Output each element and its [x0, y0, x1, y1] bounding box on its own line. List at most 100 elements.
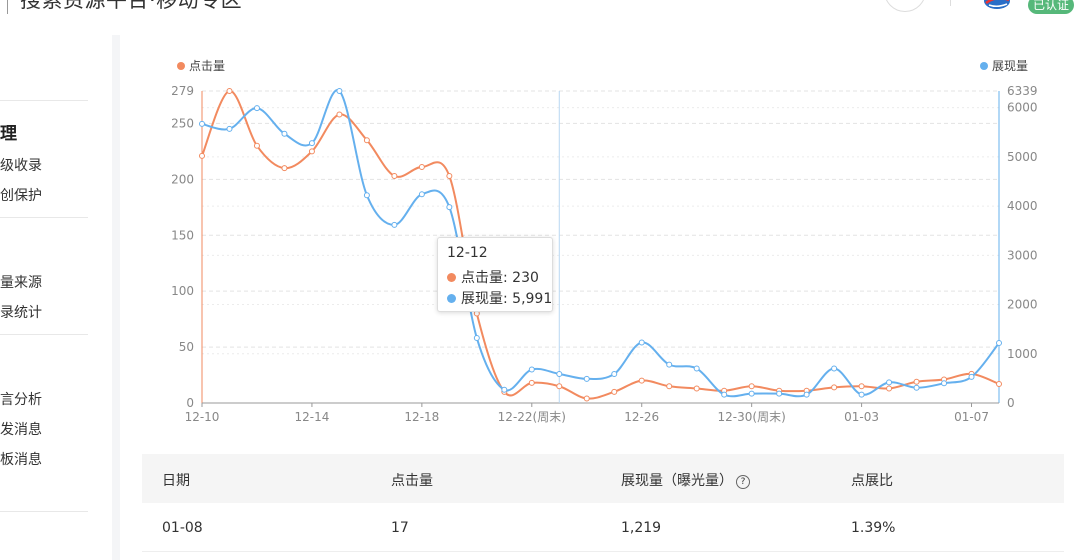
data-point: [226, 125, 233, 132]
table-header: 日期 点击量 展现量（曝光量）? 点展比: [142, 454, 1064, 503]
data-point: [363, 192, 370, 199]
data-point: [968, 373, 975, 380]
data-point: [199, 120, 205, 127]
chart-tooltip: 12-12 点击量: 230 展现量: 5,991: [437, 237, 553, 312]
x-tick-label: 12-10: [185, 410, 220, 424]
data-point: [363, 137, 370, 144]
cell-date: 01-08: [162, 520, 203, 536]
data-point: [886, 379, 893, 386]
data-point: [611, 388, 618, 395]
data-point: [748, 383, 755, 390]
data-point: [391, 172, 398, 179]
column-header-ratio[interactable]: 点展比: [851, 470, 893, 490]
tooltip-clicks-row: 点击量: 230: [447, 267, 539, 287]
data-point: [281, 165, 288, 172]
x-tick-label: 12-22(周末): [498, 410, 566, 424]
x-tick-label: 01-03: [844, 410, 879, 424]
y-right-tick-label: 1000: [1007, 347, 1038, 361]
tooltip-date: 12-12: [447, 245, 488, 261]
sidebar-item[interactable]: 板消息: [0, 449, 42, 469]
data-point: [253, 142, 260, 149]
data-point: [226, 88, 233, 94]
y-left-tick-label: 150: [171, 228, 194, 242]
data-point: [913, 384, 920, 391]
data-point: [693, 365, 700, 372]
data-point: [556, 370, 563, 377]
data-point: [666, 383, 673, 390]
sidebar-divider: [0, 511, 88, 512]
data-point: [583, 375, 590, 382]
tooltip-dot-icon: [447, 273, 456, 282]
data-point: [858, 383, 865, 390]
trend-chart[interactable]: 0 50 100 150 200 250 279 0 1000 2000 3000 4000 5000 6…: [0, 0, 1078, 440]
data-point: [308, 148, 315, 155]
y-left-tick-label: 279: [171, 84, 194, 98]
column-header-impressions[interactable]: 展现量（曝光量）?: [621, 470, 750, 490]
data-point: [721, 391, 728, 398]
tooltip-dot-icon: [447, 294, 456, 303]
data-point: [446, 172, 453, 179]
data-point: [501, 386, 508, 393]
table-row: 01-08 17 1,219 1.39%: [142, 504, 1064, 552]
data-point: [748, 390, 755, 397]
column-header-date[interactable]: 日期: [162, 470, 190, 490]
data-point: [803, 391, 810, 398]
data-point: [913, 378, 920, 385]
series-line-left: [201, 90, 1000, 400]
data-point: [611, 370, 618, 377]
y-right-tick-label: 4000: [1007, 199, 1038, 213]
y-right-tick-label: 0: [1007, 396, 1015, 410]
data-point: [281, 130, 288, 137]
data-point: [583, 395, 590, 402]
y-right-tick-label: 6000: [1007, 101, 1038, 115]
data-point: [941, 380, 948, 387]
cell-impressions: 1,219: [621, 520, 662, 536]
data-point: [666, 361, 673, 368]
data-point: [473, 335, 480, 342]
y-right-tick-label: 2000: [1007, 298, 1038, 312]
column-header-clicks[interactable]: 点击量: [391, 470, 433, 490]
x-tick-label: 12-18: [404, 410, 439, 424]
x-tick-label: 01-07: [954, 410, 989, 424]
data-point: [446, 204, 453, 211]
data-point: [336, 88, 343, 94]
data-point: [418, 191, 425, 198]
data-point: [199, 152, 205, 159]
column-header-impressions-label: 展现量（曝光量）: [621, 473, 733, 489]
data-point: [886, 385, 893, 392]
data-point: [638, 377, 645, 384]
data-point: [253, 105, 260, 112]
y-left-tick-label: 250: [171, 116, 194, 130]
data-point: [336, 111, 343, 118]
y-right-tick-label: 5000: [1007, 150, 1038, 164]
y-right-tick-label: 6339: [1007, 84, 1038, 98]
tooltip-impressions: 展现量: 5,991: [461, 291, 553, 307]
data-point: [308, 140, 315, 147]
y-right-tick-label: 3000: [1007, 248, 1038, 262]
data-point: [391, 221, 398, 228]
y-left-tick-label: 0: [186, 396, 194, 410]
tooltip-impressions-row: 展现量: 5,991: [447, 288, 552, 308]
tooltip-clicks: 点击量: 230: [461, 270, 539, 286]
y-left-tick-label: 100: [171, 284, 194, 298]
data-point: [418, 164, 425, 171]
data-point: [693, 385, 700, 392]
data-point: [528, 366, 535, 373]
data-point: [556, 383, 563, 390]
data-point: [638, 339, 645, 346]
data-point: [996, 340, 1002, 347]
cell-clicks: 17: [391, 520, 409, 536]
question-circle-icon[interactable]: ?: [736, 475, 750, 489]
data-point: [996, 380, 1002, 387]
data-point: [831, 365, 838, 372]
x-tick-label: 12-14: [294, 410, 329, 424]
data-point: [831, 384, 838, 391]
data-point: [858, 391, 865, 398]
data-point: [776, 390, 783, 397]
x-tick-label: 12-26: [624, 410, 659, 424]
x-tick-label: 12-30(周末): [718, 410, 786, 424]
cell-ratio: 1.39%: [851, 520, 896, 536]
y-left-tick-label: 50: [179, 340, 194, 354]
y-left-tick-label: 200: [171, 172, 194, 186]
data-point: [528, 379, 535, 386]
